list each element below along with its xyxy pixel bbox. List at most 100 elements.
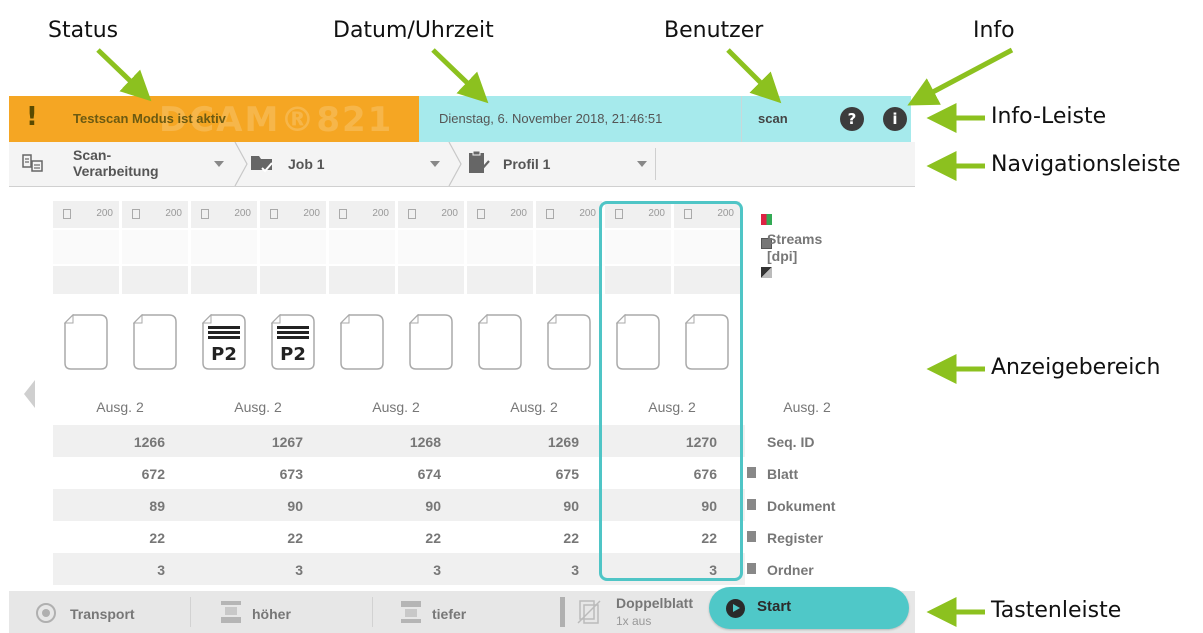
transport-button[interactable]: Transport (9, 591, 189, 633)
start-button[interactable]: Start (709, 587, 909, 629)
streams-label-line2: [dpi] (767, 248, 798, 264)
higher-label: höher (252, 606, 291, 622)
table-cell: 22 (563, 530, 579, 546)
selected-column-highlight (599, 201, 743, 581)
nav-job-label: Job 1 (288, 156, 325, 172)
row-label: Ordner (767, 562, 814, 578)
info-icon[interactable]: i (883, 107, 907, 131)
double-sheet-icon (577, 600, 601, 624)
page-blank-icon[interactable] (340, 314, 384, 370)
higher-button[interactable]: höher (191, 591, 371, 633)
nav-job[interactable]: Job 1 (248, 142, 448, 186)
stream-band (536, 266, 602, 294)
double-sheet-marker (560, 597, 565, 627)
nav-scan-processing[interactable]: Scan- Verarbeitung (9, 142, 234, 186)
transport-label: Transport (70, 606, 135, 622)
double-sheet-button[interactable]: Doppelblatt 1x aus (558, 591, 718, 633)
datetime-text: Dienstag, 6. November 2018, 21:46:51 (439, 111, 663, 126)
clipboard-profile-icon (469, 150, 490, 173)
table-cell: 22 (149, 530, 165, 546)
table-cell: 1268 (409, 434, 441, 450)
stream-icon (339, 209, 347, 219)
table-cell: 1266 (133, 434, 165, 450)
output-label: Ausg. 2 (372, 399, 420, 415)
arrow-status (96, 48, 152, 102)
table-cell: 22 (287, 530, 303, 546)
table-cell: 1267 (271, 434, 303, 450)
navigation-bar: Scan- Verarbeitung Job 1 Profil 1 (9, 142, 915, 187)
table-cell: 673 (279, 466, 303, 482)
table-cell: 90 (563, 498, 579, 514)
table-cell: 3 (571, 562, 579, 578)
color-stream-icon (761, 214, 772, 225)
stream-band (122, 266, 188, 294)
stream-band (122, 230, 188, 264)
output-label-summary: Ausg. 2 (783, 399, 831, 415)
folder-icon (747, 563, 756, 574)
dpi-value: 200 (96, 208, 113, 219)
folder-job-icon (251, 156, 273, 173)
stream-band (329, 266, 395, 294)
breadcrumb-separator (448, 142, 462, 186)
table-cell: 90 (425, 498, 441, 514)
scroll-left-icon[interactable] (24, 380, 35, 408)
page-mark: P2 (280, 344, 306, 365)
page-p2-icon[interactable]: P2 (202, 314, 246, 370)
table-cell: 3 (433, 562, 441, 578)
help-icon[interactable]: ? (840, 107, 864, 131)
callout-user: Benutzer (664, 18, 764, 43)
callout-display: Anzeigebereich (991, 355, 1161, 380)
table-cell: 672 (141, 466, 165, 482)
table-cell: 674 (417, 466, 441, 482)
dpi-header-cell: 200 (260, 201, 326, 228)
user-area[interactable]: scan ? i (741, 96, 911, 142)
tray-up-icon (221, 601, 241, 623)
stream-band (398, 230, 464, 264)
output-label: Ausg. 2 (234, 399, 282, 415)
page-blank-icon[interactable] (64, 314, 108, 370)
table-cell: 3 (295, 562, 303, 578)
lower-button[interactable]: tiefer (373, 591, 558, 633)
tray-down-icon (401, 601, 421, 623)
dpi-header-cell: 200 (122, 201, 188, 228)
dpi-header-cell: 200 (53, 201, 119, 228)
breadcrumb-separator (234, 142, 248, 186)
page-blank-icon[interactable] (478, 314, 522, 370)
bw-stream-icon (761, 267, 772, 278)
page-p2-icon[interactable]: P2 (271, 314, 315, 370)
page-blank-icon[interactable] (133, 314, 177, 370)
user-name: scan (758, 111, 788, 126)
callout-infobar: Info-Leiste (991, 104, 1107, 129)
nav-profile[interactable]: Profil 1 (462, 142, 655, 186)
chevron-down-icon (637, 161, 647, 167)
document-icon (747, 499, 756, 510)
output-label: Ausg. 2 (96, 399, 144, 415)
stream-icon (63, 209, 71, 219)
chevron-down-icon (430, 161, 440, 167)
stream-band (467, 266, 533, 294)
status-text: Testscan Modus ist aktiv (73, 111, 226, 126)
dpi-value: 200 (579, 208, 596, 219)
nav-profile-label: Profil 1 (503, 156, 551, 172)
stream-band (329, 230, 395, 264)
lower-label: tiefer (432, 606, 467, 622)
dpi-value: 200 (510, 208, 527, 219)
stream-band (536, 230, 602, 264)
stream-icon (477, 209, 485, 219)
dpi-header-cell: 200 (191, 201, 257, 228)
nav-divider (655, 148, 656, 180)
warning-icon: ! (26, 102, 38, 132)
stream-band (53, 230, 119, 264)
nav-scan-processing-line1: Scan- (73, 147, 112, 163)
page-blank-icon[interactable] (547, 314, 591, 370)
callout-buttonbar: Tastenleiste (991, 598, 1122, 623)
sheet-icon (747, 467, 756, 478)
page-blank-icon[interactable] (409, 314, 453, 370)
dpi-header-cell: 200 (398, 201, 464, 228)
register-icon (747, 531, 756, 542)
stream-band (260, 266, 326, 294)
row-label: Blatt (767, 466, 799, 482)
table-cell: 22 (425, 530, 441, 546)
table-cell: 3 (157, 562, 165, 578)
stream-band (53, 266, 119, 294)
